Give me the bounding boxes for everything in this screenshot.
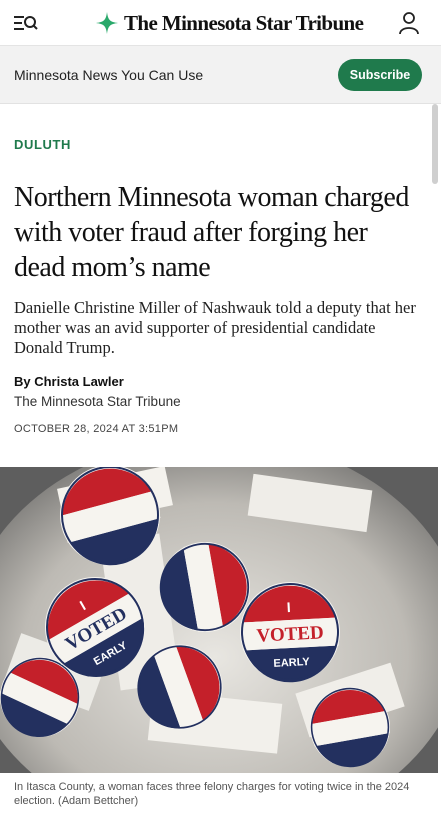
menu-search-icon[interactable] <box>14 13 38 33</box>
section-kicker-link[interactable]: DULUTH <box>14 137 71 152</box>
site-logo-text: The Minnesota Star Tribune <box>124 10 364 35</box>
byline-outlet: The Minnesota Star Tribune <box>14 394 181 409</box>
article-headline: Northern Minnesota woman charged with vo… <box>14 182 409 283</box>
voted-stickers-image: I VOTED EARLY I VOTED EARLY <box>0 467 438 773</box>
star-logo-icon <box>96 12 118 34</box>
article-date: OCTOBER 28, 2024 AT 3:51PM <box>14 423 179 435</box>
subscribe-button[interactable]: Subscribe <box>338 59 422 91</box>
promo-text: Minnesota News You Can Use <box>14 67 204 83</box>
user-account-icon[interactable] <box>399 11 419 35</box>
article-dek: Danielle Christine Miller of Nashwauk to… <box>14 298 416 357</box>
promo-bar: Minnesota News You Can Use Subscribe <box>0 46 441 104</box>
author-byline-link[interactable]: By Christa Lawler <box>14 374 124 389</box>
scrollbar-thumb[interactable] <box>432 104 438 184</box>
site-logo[interactable]: The Minnesota Star Tribune <box>96 10 364 36</box>
site-header: The Minnesota Star Tribune <box>0 0 441 46</box>
photo-caption: In Itasca County, a woman faces three fe… <box>14 781 410 807</box>
article-photo: I VOTED EARLY I VOTED EARLY <box>0 467 438 773</box>
sticker-voted-text-2: VOTED <box>256 622 324 646</box>
sticker-i-text-2: I <box>286 599 291 615</box>
sticker-early-text-2: EARLY <box>273 656 311 670</box>
